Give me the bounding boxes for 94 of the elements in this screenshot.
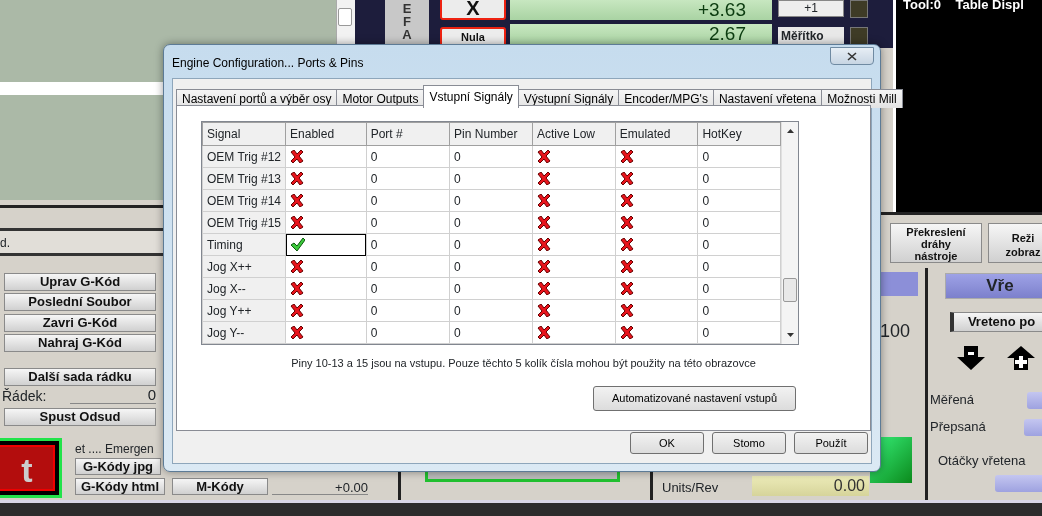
line-label: Řádek: — [2, 387, 47, 406]
port-cell: 0 — [366, 255, 450, 278]
hotkey-cell: 0 — [697, 233, 781, 256]
pin-cell: 0 — [449, 321, 533, 344]
pin-cell: 0 — [449, 167, 533, 190]
minus-arrow-icon — [955, 345, 987, 370]
spindle-label: Přepsaná — [930, 418, 986, 436]
hotkey-cell: 0 — [697, 145, 781, 168]
feed-field: 0.00 — [752, 476, 869, 496]
close-button[interactable] — [830, 47, 874, 65]
code-button[interactable]: G-Kódy jpg — [75, 458, 161, 475]
file-button[interactable]: Zavri G-Kód — [4, 314, 156, 332]
column-header: Signal — [202, 122, 286, 146]
signal-cell: OEM Trig #15 — [202, 211, 286, 234]
port-cell: 0 — [366, 167, 450, 190]
column-header: Active Low — [532, 122, 616, 146]
dialog-button[interactable]: OK — [630, 432, 704, 454]
axis-letter: E — [401, 2, 413, 15]
spindle-speed-field — [995, 475, 1042, 492]
column-header: Port # — [366, 122, 450, 146]
signal-cell: Jog X-- — [202, 277, 286, 300]
pin-cell: 0 — [449, 255, 533, 278]
scroll-thumb[interactable] — [783, 278, 798, 302]
port-cell: 0 — [366, 233, 450, 256]
scale-label: Měřítko — [778, 27, 844, 45]
hotkey-cell: 0 — [697, 167, 781, 190]
file-button[interactable]: Poslední Soubor — [4, 293, 156, 311]
dialog-button[interactable]: Stomo — [712, 432, 786, 454]
signal-cell: OEM Trig #13 — [202, 167, 286, 190]
emergency-text: et .... Emergen — [75, 441, 154, 458]
port-cell: 0 — [366, 189, 450, 212]
tool-display-text: Tool:0 Table Displ — [903, 0, 1024, 14]
dro-readout: +3.63 — [510, 0, 772, 20]
close-icon — [847, 51, 857, 61]
auto-setup-button[interactable]: Automatizované nastavení vstupů — [593, 386, 796, 411]
signal-cell: OEM Trig #12 — [202, 145, 286, 168]
column-header: Pin Number — [449, 122, 533, 146]
tab[interactable]: Vstupní Signály — [423, 85, 519, 108]
hotkey-cell: 0 — [697, 255, 781, 278]
pin-cell: 0 — [449, 189, 533, 212]
spindle-speed-label: Otáčky vřetena — [938, 452, 1026, 470]
offset-field: +0.00 — [272, 478, 368, 495]
column-header: Enabled — [285, 122, 367, 146]
file-button[interactable]: Nahraj G-Kód — [4, 334, 156, 352]
pin-cell: 0 — [449, 277, 533, 300]
signal-cell: Timing — [202, 233, 286, 256]
hotkey-cell: 0 — [697, 189, 781, 212]
code-button[interactable]: M-Kódy — [172, 478, 268, 495]
column-header: HotKey — [697, 122, 781, 146]
line-field: 0 — [70, 386, 156, 404]
signal-cell: Jog Y++ — [202, 299, 286, 322]
indicator-square — [850, 27, 868, 45]
signal-cell: Jog X++ — [202, 255, 286, 278]
signal-cell: Jog Y-- — [202, 321, 286, 344]
spindle-toggle-button[interactable]: Vreteno po — [950, 312, 1042, 332]
spindle-label: Měřená — [930, 391, 975, 409]
port-cell: 0 — [366, 211, 450, 234]
indicator-square — [850, 0, 868, 18]
reset-button[interactable]: t — [0, 445, 55, 491]
run-from-here-button[interactable]: Spust Odsud — [4, 408, 156, 426]
axis-letter: A — [401, 28, 413, 41]
hotkey-cell: 0 — [697, 299, 781, 322]
signal-cell: OEM Trig #14 — [202, 189, 286, 212]
plus-arrow-icon — [1005, 345, 1037, 370]
hotkey-cell: 0 — [697, 321, 781, 344]
dialog-button[interactable]: Použít — [794, 432, 868, 454]
port-cell: 0 — [366, 145, 450, 168]
feed-label: Units/Rev — [662, 479, 719, 497]
port-cell: 0 — [366, 299, 450, 322]
focused-cell[interactable] — [285, 233, 367, 256]
status-text: d. — [0, 235, 10, 252]
note-text: Piny 10-13 a 15 jsou na vstupu. Pouze těchto 5 kolík čísla mohou být použity na této obrazovce — [290, 356, 757, 371]
dro-readout: 2.67 — [510, 24, 772, 44]
hotkey-cell: 0 — [697, 277, 781, 300]
pin-cell: 0 — [449, 299, 533, 322]
file-button[interactable]: Uprav G-Kód — [4, 273, 156, 291]
column-header: Emulated — [615, 122, 698, 146]
port-cell: 0 — [366, 321, 450, 344]
code-button[interactable]: G-Kódy html — [75, 478, 165, 495]
slider-bar — [880, 272, 918, 296]
pin-cell: 0 — [449, 211, 533, 234]
spindle-title: Vře — [945, 273, 1042, 299]
port-cell: 0 — [366, 277, 450, 300]
hotkey-cell: 0 — [697, 211, 781, 234]
pin-cell: 0 — [449, 233, 533, 256]
override-value: 100 — [880, 320, 911, 343]
next-lines-button[interactable]: Další sada rádku — [4, 368, 156, 386]
step-field: +1 — [778, 0, 844, 17]
axis-letter: F — [402, 15, 412, 28]
dialog-title: Engine Configuration... Ports & Pins — [172, 55, 364, 72]
pin-cell: 0 — [449, 145, 533, 168]
view-mode-button[interactable]: Reži zobraz — [988, 223, 1042, 263]
redraw-button[interactable]: Překreslení dráhy nástroje — [890, 223, 982, 263]
axis-button[interactable]: X — [440, 0, 506, 20]
